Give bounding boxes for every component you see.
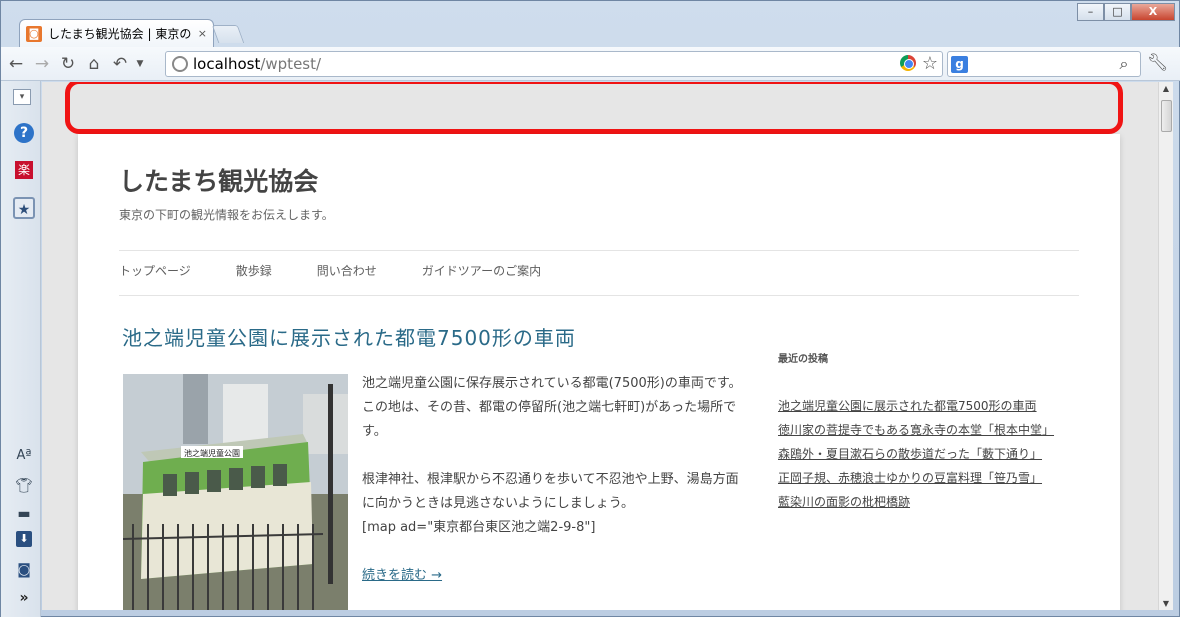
help-icon[interactable]: ? xyxy=(14,123,34,143)
site-title[interactable]: したまち観光協会 xyxy=(119,162,318,198)
site-description: 東京の下町の観光情報をお伝えします。 xyxy=(119,208,334,222)
undo-dropdown-icon[interactable]: ▼ xyxy=(135,53,145,75)
minimize-button[interactable]: – xyxy=(1077,3,1104,21)
recent-post-link[interactable]: 森鴎外・夏目漱石らの散歩道だった「藪下通り」 xyxy=(778,442,1054,466)
post-excerpt: 池之端児童公園に保存展示されている都電(7500形)の車両です。この地は、その昔… xyxy=(362,372,747,588)
shirt-icon[interactable]: 👕︎ xyxy=(13,475,35,497)
post-title[interactable]: 池之端児童公園に展示された都電7500形の車両 xyxy=(122,322,576,351)
new-tab-button[interactable] xyxy=(211,25,245,43)
sidebar-dropdown-icon[interactable]: ▾ xyxy=(13,89,31,105)
site-favicon-icon: ◙ xyxy=(26,25,42,42)
wrench-icon[interactable]: 🔧︎ xyxy=(1147,53,1169,73)
post-paragraph: 根津神社、根津駅から不忍通りを歩いて不忍池や上野、湯島方面に向かうときは見逃さな… xyxy=(362,472,739,511)
recent-post-link[interactable]: 藍染川の面影の枇杷橋跡 xyxy=(778,490,1054,514)
bookmark-star-icon[interactable]: ★ xyxy=(13,197,35,219)
recent-post-link[interactable]: 池之端児童公園に展示された都電7500形の車両 xyxy=(778,394,1054,418)
close-window-button[interactable]: X xyxy=(1131,3,1175,21)
font-size-icon[interactable]: Aª xyxy=(13,445,35,467)
scroll-down-icon[interactable]: ▼ xyxy=(1159,599,1173,608)
recent-posts-title: 最近の投稿 xyxy=(778,354,828,365)
divider xyxy=(119,295,1079,296)
annotation-highlight-box xyxy=(65,82,1123,134)
recent-post-link[interactable]: 徳川家の菩提寺でもある寛永寺の本堂「根本中堂」 xyxy=(778,418,1054,442)
divider xyxy=(119,250,1079,251)
map-shortcode: [map ad="東京都台東区池之端2-9-8"] xyxy=(362,520,596,535)
nav-item-walk[interactable]: 散歩録 xyxy=(236,262,272,279)
browser-window: ◙ したまち観光協会 | 東京の × – □ X ← → ↻ ⌂ ↶ ▼ loc… xyxy=(0,0,1180,617)
undo-icon[interactable]: ↶ xyxy=(109,53,131,75)
tab-title: したまち観光協会 | 東京の xyxy=(48,27,192,41)
back-arrow-icon[interactable]: ← xyxy=(5,53,27,75)
page-viewport: したまち観光協会 東京の下町の観光情報をお伝えします。 トップページ 散歩録 問… xyxy=(42,82,1158,610)
bookmark-star-icon[interactable]: ☆ xyxy=(922,55,938,73)
sidebar: ▾ ? 楽 ★ Aª 👕︎ ▬ ⬇ ◙ » xyxy=(1,81,41,617)
tab-strip: ◙ したまち観光協会 | 東京の × – □ X xyxy=(1,1,1180,47)
search-button[interactable]: ⌕ xyxy=(1111,52,1137,76)
recent-post-link[interactable]: 正岡子規、赤穂浪士ゆかりの豆富料理「笹乃雪」 xyxy=(778,466,1054,490)
recent-posts-list: 池之端児童公園に展示された都電7500形の車両 徳川家の菩提寺でもある寛永寺の本… xyxy=(778,394,1054,514)
browser-toolbar: ← → ↻ ⌂ ↶ ▼ localhost /wptest/ ☆ g ⌕ 🔧︎ xyxy=(1,47,1180,81)
url-host: localhost xyxy=(193,55,261,73)
tram-sign: 池之端児童公園 xyxy=(184,448,240,458)
page-globe-icon xyxy=(172,56,188,72)
forward-arrow-icon[interactable]: → xyxy=(31,53,53,75)
read-more-link[interactable]: 続きを読む → xyxy=(362,568,442,583)
window-controls: – □ X xyxy=(1077,3,1175,21)
post-paragraph: 池之端児童公園に保存展示されている都電(7500形)の車両です。この地は、その昔… xyxy=(362,376,742,439)
tab-active[interactable]: ◙ したまち観光協会 | 東京の × xyxy=(19,19,214,47)
nav-item-top[interactable]: トップページ xyxy=(119,262,191,279)
reload-icon[interactable]: ↻ xyxy=(57,53,79,75)
rakuten-icon[interactable]: 楽 xyxy=(15,161,33,179)
post-image[interactable]: 池之端児童公園 xyxy=(123,374,348,610)
print-icon[interactable]: ▬ xyxy=(13,503,35,525)
chrome-icon[interactable] xyxy=(899,55,916,71)
nav-item-contact[interactable]: 問い合わせ xyxy=(317,262,377,279)
more-icon[interactable]: » xyxy=(13,587,35,609)
scroll-thumb[interactable] xyxy=(1161,100,1172,132)
scroll-up-icon[interactable]: ▲ xyxy=(1159,84,1173,93)
google-icon: g xyxy=(951,56,968,73)
home-icon[interactable]: ⌂ xyxy=(83,53,105,75)
vertical-scrollbar[interactable]: ▲ ▼ xyxy=(1158,82,1173,610)
page-content: したまち観光協会 東京の下町の観光情報をお伝えします。 トップページ 散歩録 問… xyxy=(78,134,1120,610)
maximize-button[interactable]: □ xyxy=(1104,3,1131,21)
tab-close-icon[interactable]: × xyxy=(198,27,207,40)
address-bar[interactable]: localhost /wptest/ ☆ xyxy=(165,51,943,77)
download-icon[interactable]: ⬇ xyxy=(16,531,32,547)
url-path: /wptest/ xyxy=(260,55,322,73)
nav-item-tour[interactable]: ガイドツアーのご案内 xyxy=(422,262,541,279)
main-nav: トップページ 散歩録 問い合わせ ガイドツアーのご案内 xyxy=(119,262,586,279)
camera-icon[interactable]: ◙ xyxy=(13,559,35,581)
